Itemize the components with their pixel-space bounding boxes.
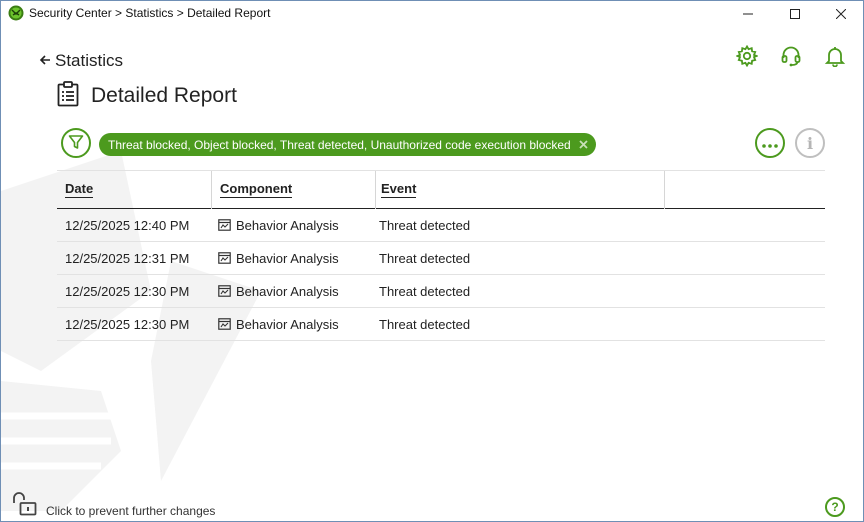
back-link-label: Statistics [55,51,124,70]
report-table: Date Component Event 12/25/2025 12:40 PM… [57,170,825,341]
row-event: Threat detected [379,217,471,233]
row-date: 12/25/2025 12:31 PM [65,250,190,266]
maximize-button[interactable] [772,1,818,27]
arrow-left-icon [39,51,51,71]
table-row[interactable]: 12/25/2025 12:31 PM Behavior Analysis Th… [57,242,825,275]
table-row[interactable]: 12/25/2025 12:40 PM Behavior Analysis Th… [57,209,825,242]
info-button: i [795,128,825,158]
column-divider[interactable] [375,171,376,209]
info-icon: i [806,133,814,153]
table-header: Date Component Event [57,170,825,209]
row-component: Behavior Analysis [218,242,339,274]
table-row[interactable]: 12/25/2025 12:30 PM Behavior Analysis Th… [57,308,825,341]
column-header-event[interactable]: Event [381,171,417,209]
table-row[interactable]: 12/25/2025 12:30 PM Behavior Analysis Th… [57,275,825,308]
remove-filter-icon[interactable] [579,140,588,149]
funnel-icon [68,134,84,153]
lock-label: Click to prevent further changes [46,504,216,518]
close-button[interactable] [818,1,863,27]
clipboard-report-icon [57,81,79,110]
row-date: 12/25/2025 12:30 PM [65,283,190,299]
unlocked-padlock-icon [12,492,38,519]
row-date: 12/25/2025 12:40 PM [65,217,190,233]
lock-settings-toggle[interactable]: Click to prevent further changes [12,492,215,519]
row-component: Behavior Analysis [218,275,339,307]
column-header-date[interactable]: Date [65,171,94,209]
behavior-analysis-icon [218,318,231,330]
headset-icon[interactable] [779,44,803,68]
minimize-button[interactable] [725,1,771,27]
behavior-analysis-icon [218,285,231,297]
help-button[interactable]: ? [825,497,845,517]
column-header-component[interactable]: Component [220,171,293,209]
more-options-button[interactable] [755,128,785,158]
row-date: 12/25/2025 12:30 PM [65,316,190,332]
row-event: Threat detected [379,283,471,299]
page-title-row: Detailed Report [57,81,237,110]
row-event: Threat detected [379,250,471,266]
behavior-analysis-icon [218,252,231,264]
filter-button[interactable] [61,128,91,158]
page-title: Detailed Report [91,83,237,107]
row-component: Behavior Analysis [218,209,339,241]
row-event: Threat detected [379,316,471,332]
bell-icon[interactable] [823,44,847,68]
window-title: Security Center > Statistics > Detailed … [29,6,271,20]
dr-web-spider-icon [8,5,24,21]
header-toolbar [735,44,847,68]
gear-icon[interactable] [735,44,759,68]
row-component: Behavior Analysis [218,308,339,340]
column-divider[interactable] [664,171,665,209]
app-window: Security Center > Statistics > Detailed … [0,0,864,522]
title-bar: Security Center > Statistics > Detailed … [1,1,863,27]
more-dots-icon [762,136,778,151]
behavior-analysis-icon [218,219,231,231]
active-filter-chip[interactable]: Threat blocked, Object blocked, Threat d… [99,133,596,156]
filter-chip-label: Threat blocked, Object blocked, Threat d… [108,137,571,152]
column-divider[interactable] [211,171,212,209]
back-to-statistics-link[interactable]: Statistics [39,50,123,72]
question-mark-icon: ? [831,500,839,514]
